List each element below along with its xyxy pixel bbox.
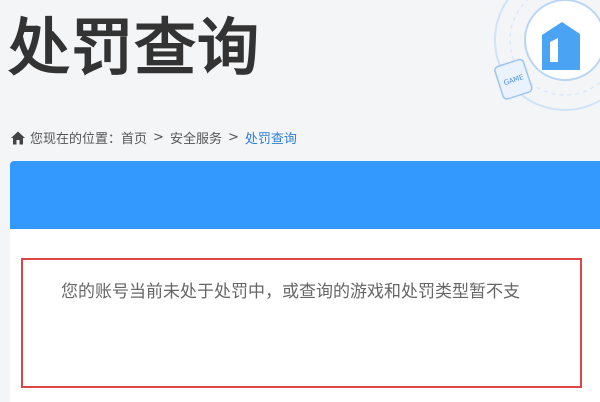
card-header-bar bbox=[10, 161, 600, 229]
breadcrumb-current[interactable]: 处罚查询 bbox=[245, 128, 297, 147]
result-highlight-box: 您的账号当前未处于处罚中，或查询的游戏和处罚类型暂不支 bbox=[21, 258, 582, 388]
home-icon[interactable] bbox=[10, 130, 26, 146]
breadcrumb-separator: > bbox=[153, 130, 164, 145]
result-message: 您的账号当前未处于处罚中，或查询的游戏和处罚类型暂不支 bbox=[61, 282, 520, 302]
breadcrumb-home-link[interactable]: 首页 bbox=[121, 128, 147, 147]
breadcrumb-security-link[interactable]: 安全服务 bbox=[170, 128, 222, 147]
header-decoration: GAME bbox=[480, 0, 600, 130]
breadcrumb-separator: > bbox=[227, 130, 239, 145]
page-title: 处罚查询 bbox=[8, 11, 261, 84]
breadcrumb: 您现在的位置： 首页 > 安全服务 > 处罚查询 bbox=[10, 128, 297, 147]
breadcrumb-prefix: 您现在的位置： bbox=[30, 132, 122, 147]
